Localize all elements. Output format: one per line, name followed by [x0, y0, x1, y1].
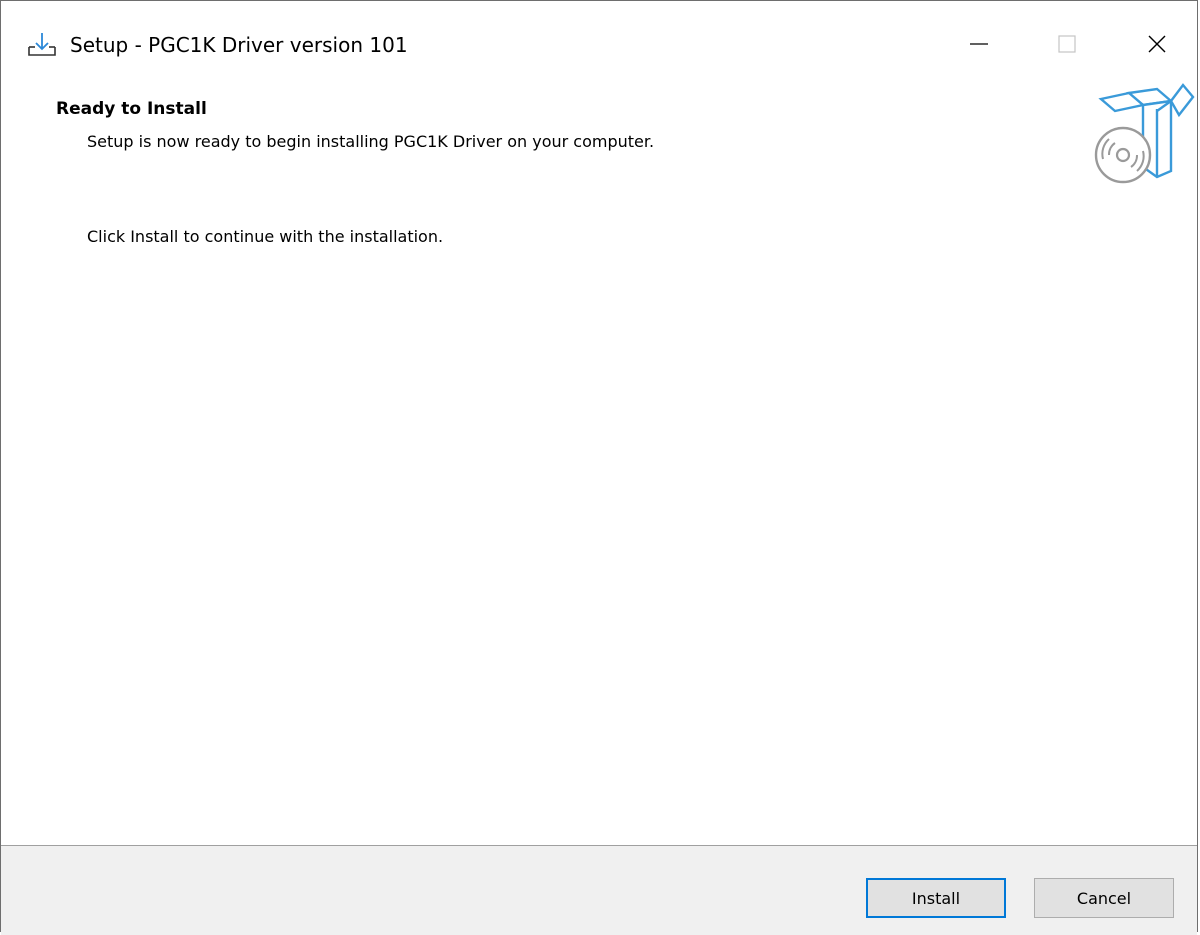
setup-download-icon: [25, 29, 59, 63]
page-subheading: Setup is now ready to begin installing P…: [87, 132, 655, 151]
title-bar[interactable]: Setup - PGC1K Driver version 101: [1, 1, 1197, 87]
close-icon: [1148, 35, 1166, 53]
install-instruction: Click Install to continue with the insta…: [87, 227, 444, 246]
software-box-disc-icon: [1085, 81, 1197, 187]
window-title: Setup - PGC1K Driver version 101: [70, 33, 408, 57]
setup-window: Setup - PGC1K Driver version 101 Ready t…: [0, 0, 1198, 935]
page-heading: Ready to Install: [56, 99, 207, 119]
button-bar: [1, 845, 1197, 935]
install-button[interactable]: Install: [866, 878, 1006, 918]
maximize-icon: [1058, 35, 1076, 53]
cancel-button[interactable]: Cancel: [1034, 878, 1174, 918]
minimize-icon: [970, 43, 988, 45]
minimize-button[interactable]: [956, 23, 1002, 65]
maximize-button: [1044, 23, 1090, 65]
close-button[interactable]: [1134, 23, 1180, 65]
